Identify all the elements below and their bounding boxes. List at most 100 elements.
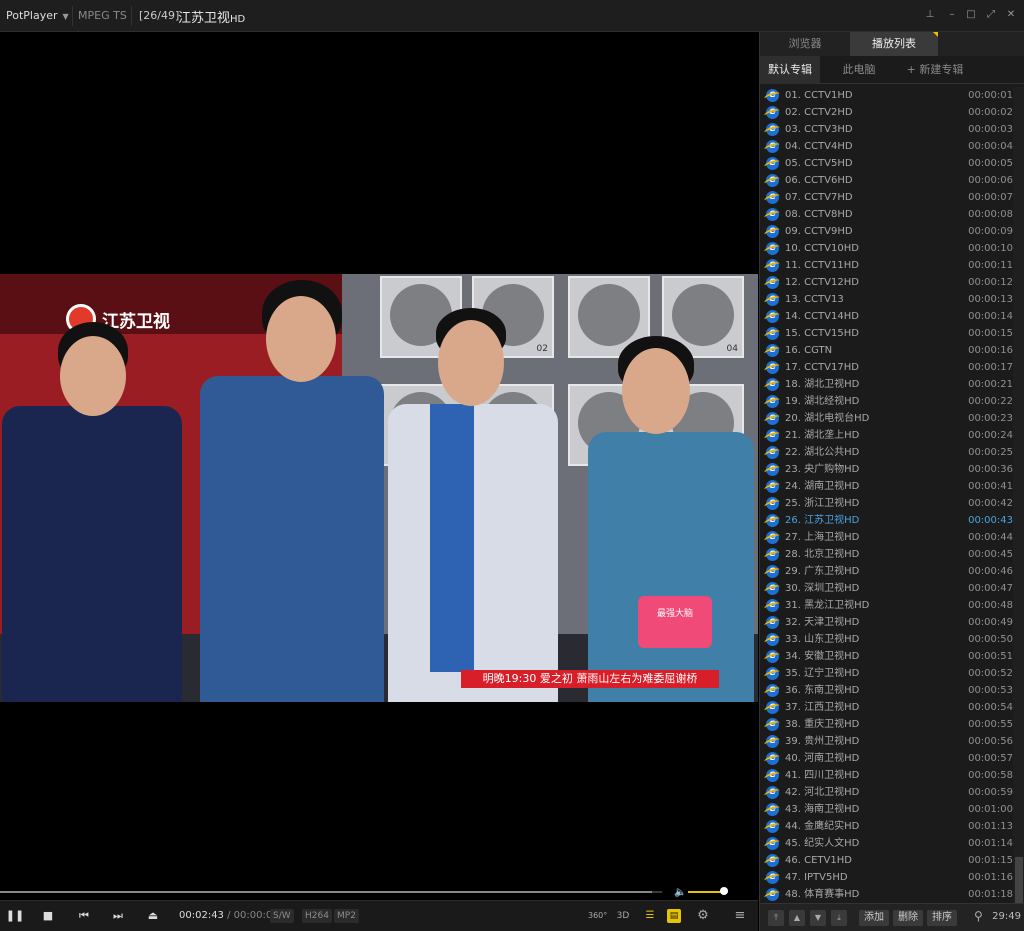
tab-browser[interactable]: 浏览器 — [760, 32, 850, 56]
playlist-item[interactable]: e 23. 央广购物HD 00:00:36 — [760, 461, 1013, 478]
move-top-icon[interactable]: ⤒ — [768, 910, 784, 926]
playlist-item[interactable]: e 30. 深圳卫视HD 00:00:47 — [760, 580, 1013, 597]
playlist-item[interactable]: e 09. CCTV9HD 00:00:09 — [760, 223, 1013, 240]
playlist-item-name: 32. 天津卫视HD — [785, 617, 860, 628]
menu-icon[interactable]: ≡ — [731, 907, 749, 925]
playlist-item[interactable]: e 26. 江苏卫视HD 00:00:43 — [760, 512, 1013, 529]
playlist-item[interactable]: e 12. CCTV12HD 00:00:12 — [760, 274, 1013, 291]
close-icon[interactable]: ✕ — [1004, 8, 1018, 22]
playlist-item[interactable]: e 22. 湖北公共HD 00:00:25 — [760, 444, 1013, 461]
playlist-item[interactable]: e 45. 纪实人文HD 00:01:14 — [760, 835, 1013, 852]
volume-icon[interactable]: 🔈 — [674, 887, 686, 898]
playlist-item[interactable]: e 19. 湖北经视HD 00:00:22 — [760, 393, 1013, 410]
playlist-item[interactable]: e 06. CCTV6HD 00:00:06 — [760, 172, 1013, 189]
playlist-item-duration: 00:00:09 — [968, 226, 1013, 237]
stream-icon: e — [766, 225, 779, 238]
playlist-item[interactable]: e 20. 湖北电视台HD 00:00:23 — [760, 410, 1013, 427]
playlist-item[interactable]: e 39. 贵州卫视HD 00:00:56 — [760, 733, 1013, 750]
minimize-icon[interactable]: – — [945, 8, 959, 22]
playlist-item[interactable]: e 03. CCTV3HD 00:00:03 — [760, 121, 1013, 138]
playlist-item[interactable]: e 36. 东南卫视HD 00:00:53 — [760, 682, 1013, 699]
delete-button[interactable]: 删除 — [893, 910, 923, 926]
sort-button[interactable]: 排序 — [927, 910, 957, 926]
vr-360-button[interactable]: 360° — [588, 907, 607, 925]
playlist-item[interactable]: e 38. 重庆卫视HD 00:00:55 — [760, 716, 1013, 733]
playlist: e 01. CCTV1HD 00:00:01 e 02. CCTV2HD 00:00:02… — [760, 87, 1013, 903]
playlist-item[interactable]: e 48. 体育赛事HD 00:01:18 — [760, 886, 1013, 903]
playlist-item[interactable]: e 14. CCTV14HD 00:00:14 — [760, 308, 1013, 325]
playlist-item[interactable]: e 37. 江西卫视HD 00:00:54 — [760, 699, 1013, 716]
playlist-item-name: 29. 广东卫视HD — [785, 566, 860, 577]
volume-knob[interactable] — [720, 887, 728, 895]
playlist-item[interactable]: e 25. 浙江卫视HD 00:00:42 — [760, 495, 1013, 512]
playlist-item-duration: 00:00:59 — [968, 787, 1013, 798]
playlist-item[interactable]: e 11. CCTV11HD 00:00:11 — [760, 257, 1013, 274]
playlist-item[interactable]: e 04. CCTV4HD 00:00:04 — [760, 138, 1013, 155]
playlist-item[interactable]: e 28. 北京卫视HD 00:00:45 — [760, 546, 1013, 563]
tab-playlist[interactable]: 播放列表 — [850, 32, 938, 56]
fullscreen-icon[interactable]: ⤢ — [984, 8, 998, 22]
next-icon[interactable]: ⏭ — [108, 907, 128, 925]
playlist-item-duration: 00:00:41 — [968, 481, 1013, 492]
playlist-item[interactable]: e 40. 河南卫视HD 00:00:57 — [760, 750, 1013, 767]
playlist-item-name: 01. CCTV1HD — [785, 90, 853, 101]
audio-codec-tag[interactable]: MP2 — [334, 909, 359, 923]
playlist-item[interactable]: e 15. CCTV15HD 00:00:15 — [760, 325, 1013, 342]
stream-icon: e — [766, 735, 779, 748]
move-down-icon[interactable]: ▼ — [810, 910, 826, 926]
playlist-item[interactable]: e 13. CCTV13 00:00:13 — [760, 291, 1013, 308]
playlist-item[interactable]: e 32. 天津卫视HD 00:00:49 — [760, 614, 1013, 631]
playlist-item[interactable]: e 29. 广东卫视HD 00:00:46 — [760, 563, 1013, 580]
maximize-icon[interactable]: □ — [964, 8, 978, 22]
playlist-item[interactable]: e 08. CCTV8HD 00:00:08 — [760, 206, 1013, 223]
pin-icon[interactable]: ⊥ — [923, 8, 937, 22]
subtitle-icon[interactable]: ▤ — [667, 909, 681, 923]
playlist-item[interactable]: e 34. 安徽卫视HD 00:00:51 — [760, 648, 1013, 665]
playlist-item-name: 03. CCTV3HD — [785, 124, 853, 135]
playlist-item[interactable]: e 16. CGTN 00:00:16 — [760, 342, 1013, 359]
playlist-item[interactable]: e 02. CCTV2HD 00:00:02 — [760, 104, 1013, 121]
settings-gear-icon[interactable]: ⚙ — [694, 907, 712, 925]
playlist-item[interactable]: e 41. 四川卫视HD 00:00:58 — [760, 767, 1013, 784]
playlist-item[interactable]: e 47. IPTV5HD 00:01:16 — [760, 869, 1013, 886]
eject-icon[interactable]: ⏏ — [143, 907, 163, 925]
playlist-item[interactable]: e 05. CCTV5HD 00:00:05 — [760, 155, 1013, 172]
scrollbar-thumb[interactable] — [1015, 857, 1023, 903]
playlist-item[interactable]: e 33. 山东卫视HD 00:00:50 — [760, 631, 1013, 648]
playlist-item[interactable]: e 44. 金鹰纪实HD 00:01:13 — [760, 818, 1013, 835]
playlist-search-icon[interactable]: ☰ — [641, 907, 659, 925]
move-up-icon[interactable]: ▲ — [789, 910, 805, 926]
tab-default-album[interactable]: 默认专辑 — [760, 56, 820, 84]
stream-icon: e — [766, 769, 779, 782]
playlist-item-name: 28. 北京卫视HD — [785, 549, 860, 560]
3d-button[interactable]: 3D — [614, 907, 632, 925]
stop-icon[interactable]: ■ — [38, 907, 58, 925]
playlist-item[interactable]: e 24. 湖南卫视HD 00:00:41 — [760, 478, 1013, 495]
playlist-item[interactable]: e 31. 黑龙江卫视HD 00:00:48 — [760, 597, 1013, 614]
playlist-item[interactable]: e 10. CCTV10HD 00:00:10 — [760, 240, 1013, 257]
playlist-item-name: 07. CCTV7HD — [785, 192, 853, 203]
add-button[interactable]: 添加 — [859, 910, 889, 926]
playlist-item[interactable]: e 43. 海南卫视HD 00:01:00 — [760, 801, 1013, 818]
pause-icon[interactable]: ❚❚ — [5, 907, 25, 925]
search-icon[interactable]: ⚲ — [974, 909, 983, 923]
playlist-item[interactable]: e 21. 湖北垄上HD 00:00:24 — [760, 427, 1013, 444]
tab-this-pc[interactable]: 此电脑 — [822, 56, 896, 84]
playlist-item[interactable]: e 35. 辽宁卫视HD 00:00:52 — [760, 665, 1013, 682]
playlist-item[interactable]: e 17. CCTV17HD 00:00:17 — [760, 359, 1013, 376]
new-album-button[interactable]: + 新建专辑 — [898, 56, 972, 84]
playlist-item[interactable]: e 01. CCTV1HD 00:00:01 — [760, 87, 1013, 104]
app-menu-button[interactable]: PotPlayer ▼ — [6, 9, 69, 22]
playlist-item[interactable]: e 27. 上海卫视HD 00:00:44 — [760, 529, 1013, 546]
video-area[interactable]: 02 04 江苏卫视 最强大脑 明晚19:30 爱之初 萧雨山左右为难委屈谢桥 — [0, 32, 758, 884]
playlist-item[interactable]: e 46. CETV1HD 00:01:15 — [760, 852, 1013, 869]
playlist-scrollbar[interactable] — [1013, 87, 1024, 903]
decoder-tag[interactable]: S/W — [270, 909, 294, 923]
playlist-item[interactable]: e 18. 湖北卫视HD 00:00:21 — [760, 376, 1013, 393]
move-bottom-icon[interactable]: ⤓ — [831, 910, 847, 926]
previous-icon[interactable]: ⏮ — [74, 907, 94, 925]
playlist-item-duration: 00:00:45 — [968, 549, 1013, 560]
video-codec-tag[interactable]: H264 — [302, 909, 332, 923]
playlist-item[interactable]: e 07. CCTV7HD 00:00:07 — [760, 189, 1013, 206]
playlist-item[interactable]: e 42. 河北卫视HD 00:00:59 — [760, 784, 1013, 801]
